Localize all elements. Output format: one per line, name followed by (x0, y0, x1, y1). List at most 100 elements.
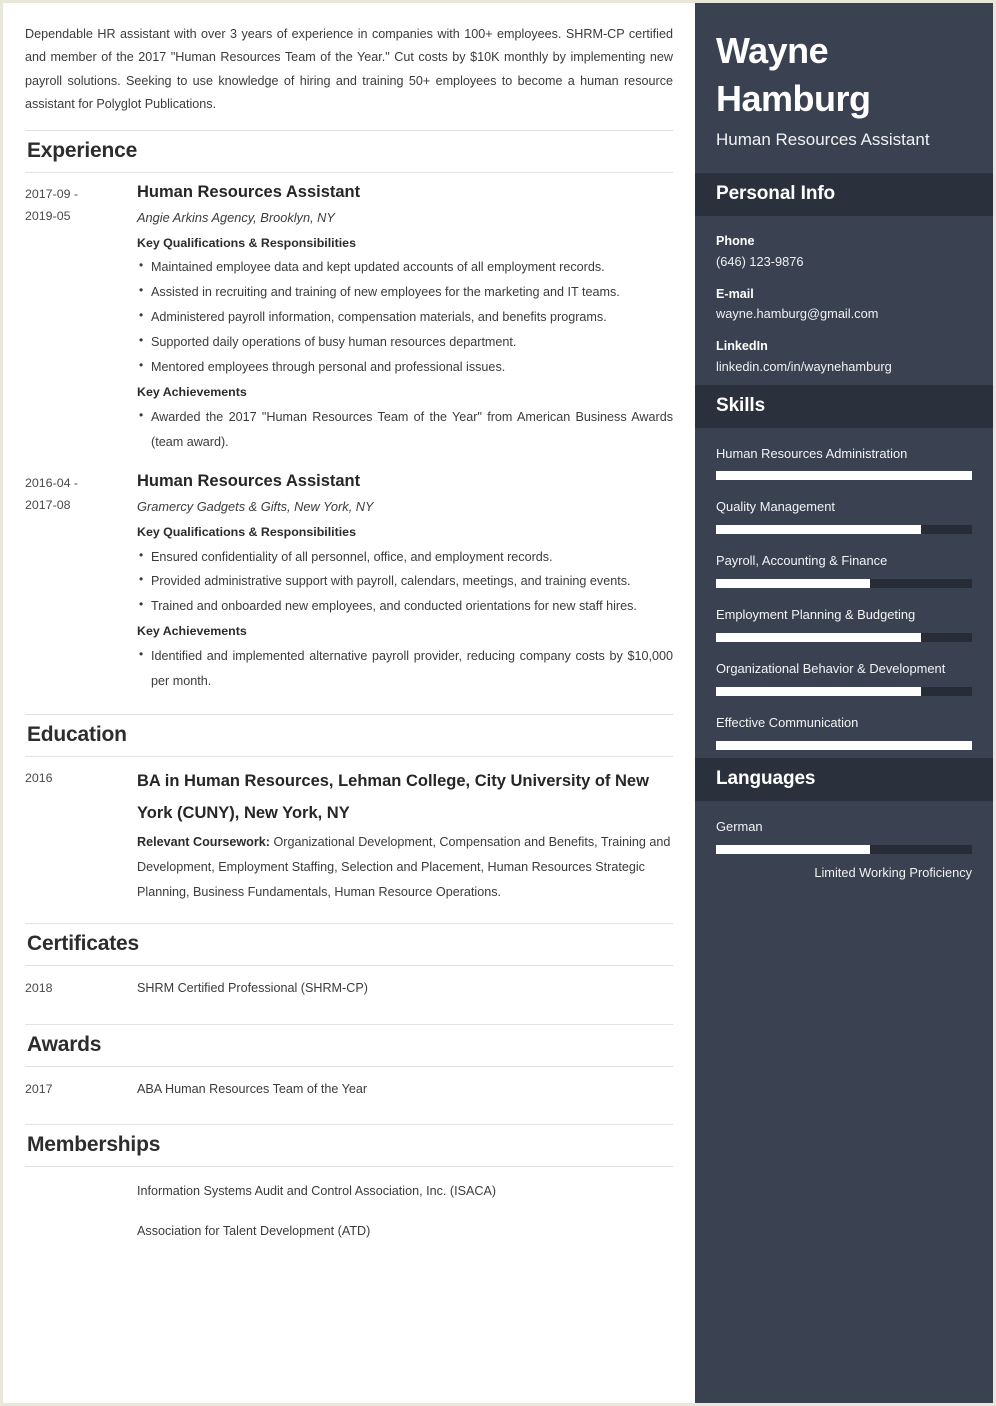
entry-body: BA in Human Resources, Lehman College, C… (137, 765, 673, 905)
section-experience: Experience 2017-09 -2019-05 Human Resourc… (25, 130, 673, 702)
certificate-entry: 2018 SHRM Certified Professional (SHRM-CP… (25, 966, 673, 1012)
experience-entry: 2017-09 -2019-05 Human Resources Assistan… (25, 173, 673, 462)
section-title-certificates: Certificates (27, 931, 139, 955)
section-education: Education 2016 BA in Human Resources, Leh… (25, 713, 673, 911)
entry-date: 2018 (25, 980, 53, 995)
entry-body: Human Resources Assistant Angie Arkins Ag… (137, 181, 673, 456)
skill-name: Payroll, Accounting & Finance (716, 553, 888, 569)
section-certificates: Certificates 2018 SHRM Certified Professi… (25, 922, 673, 1012)
company-name: Gramercy Gadgets & Gifts, New York, NY (137, 499, 374, 515)
skill-item: Organizational Behavior & Development (716, 659, 972, 697)
skill-bar-track (716, 633, 972, 643)
skill-item: Employment Planning & Budgeting (716, 605, 972, 643)
membership-item: Association for Talent Development (ATD) (137, 1223, 371, 1238)
entry-date: 2017-09 -2019-05 (25, 187, 79, 223)
contact-value: linkedin.com/in/waynehamburg (716, 358, 892, 374)
skill-item: Human Resources Administration (716, 444, 972, 481)
job-title: Human Resources Assistant (137, 472, 361, 491)
skill-bar-track (716, 471, 972, 481)
language-proficiency: Limited Working Proficiency (814, 864, 972, 880)
bullet-item: Trained and onboarded new employees, and… (137, 593, 673, 619)
candidate-name: Wayne Hamburg (716, 30, 871, 119)
education-list: 2016 BA in Human Resources, Lehman Colleg… (25, 757, 673, 911)
contact-value: (646) 123-9876 (716, 254, 804, 269)
skill-bar-fill (716, 525, 921, 535)
skills-title: Skills (716, 394, 766, 416)
membership-item: Information Systems Audit and Control As… (137, 1184, 497, 1199)
skill-bar-fill (716, 633, 921, 643)
section-memberships: Memberships Information Systems Audit an… (25, 1124, 673, 1250)
resume-page: Dependable HR assistant with over 3 year… (0, 0, 996, 1406)
skill-bar-fill (716, 579, 870, 589)
experience-entry: 2016-04 -2017-08 Human Resources Assistan… (25, 462, 673, 701)
bullet-item: Supported daily operations of busy human… (137, 329, 673, 355)
bullet-list: Identified and implemented alternative p… (137, 643, 673, 694)
qualifications-heading: Key Qualifications & Responsibilities (137, 235, 356, 250)
skill-bar-fill (716, 740, 972, 750)
bullet-item: Assisted in recruiting and training of n… (137, 279, 673, 305)
summary-paragraph: Dependable HR assistant with over 3 year… (25, 27, 673, 111)
bullet-item: Ensured confidentiality of all personnel… (137, 544, 673, 570)
section-title-experience: Experience (27, 139, 138, 163)
job-title: Human Resources Assistant (137, 183, 361, 202)
skill-name: Quality Management (716, 499, 835, 515)
section-title-awards: Awards (27, 1032, 102, 1056)
entry-date: 2017 (25, 1081, 53, 1096)
languages-title: Languages (716, 767, 816, 789)
skill-bar-track (716, 579, 972, 589)
main-column: Dependable HR assistant with over 3 year… (3, 3, 695, 1403)
awards-list: 2017 ABA Human Resources Team of the Year (25, 1067, 673, 1113)
coursework-label: Relevant Coursework: (137, 835, 270, 850)
achievements-heading: Key Achievements (137, 624, 247, 639)
skill-item: Quality Management (716, 497, 972, 535)
language-bar-track (716, 844, 972, 854)
memberships-list: Information Systems Audit and Control As… (25, 1167, 673, 1250)
experience-list: 2017-09 -2019-05 Human Resources Assistan… (25, 173, 673, 702)
company-name: Angie Arkins Agency, Brooklyn, NY (137, 210, 335, 226)
contact-label: LinkedIn (716, 339, 768, 354)
award-entry: 2017 ABA Human Resources Team of the Year (25, 1067, 673, 1113)
entry-date: 2016-04 -2017-08 (25, 476, 79, 513)
bullet-list: Awarded the 2017 "Human Resources Team o… (137, 404, 673, 455)
personal-info-band: Personal Info (695, 173, 993, 217)
bullet-item: Maintained employee data and kept update… (137, 254, 673, 280)
personal-info-title: Personal Info (716, 183, 836, 205)
languages-list: German Limited Working Proficiency (716, 817, 972, 882)
contact-label: Phone (716, 234, 755, 249)
skill-bar-track (716, 525, 972, 535)
language-item: German Limited Working Proficiency (716, 817, 972, 882)
entry-body: Human Resources Assistant Gramercy Gadget… (137, 470, 673, 695)
section-title-education: Education (27, 722, 127, 746)
skills-list: Human Resources Administration Quality Ma… (716, 444, 972, 750)
achievements-heading: Key Achievements (137, 384, 247, 399)
bullet-item: Provided administrative support with pay… (137, 568, 673, 594)
skill-name: Organizational Behavior & Development (716, 661, 946, 677)
contact-label: E-mail (716, 286, 754, 301)
skills-band: Skills (695, 384, 993, 428)
skill-name: Human Resources Administration (716, 445, 908, 461)
education-title: BA in Human Resources, Lehman College, C… (137, 771, 649, 823)
qualifications-heading: Key Qualifications & Responsibilities (137, 524, 356, 539)
bullet-item: Mentored employees through personal and … (137, 354, 673, 380)
entry-date: 2016 (25, 770, 53, 785)
education-entry: 2016 BA in Human Resources, Lehman Colleg… (25, 757, 673, 911)
bullet-item: Administered payroll information, compen… (137, 304, 673, 330)
languages-band: Languages (695, 757, 993, 801)
sidebar-header: Wayne Hamburg Human Resources Assistant (695, 3, 993, 173)
entry-text: ABA Human Resources Team of the Year (137, 1081, 368, 1096)
sidebar: Wayne Hamburg Human Resources Assistant … (695, 3, 993, 1403)
skill-bar-fill (716, 471, 972, 481)
section-title-memberships: Memberships (27, 1133, 161, 1157)
bullet-item: Awarded the 2017 "Human Resources Team o… (137, 404, 673, 455)
entry-text: SHRM Certified Professional (SHRM-CP) (137, 980, 368, 995)
skill-item: Effective Communication (716, 713, 972, 750)
skill-item: Payroll, Accounting & Finance (716, 551, 972, 589)
contact-value: wayne.hamburg@gmail.com (716, 306, 879, 322)
language-name: German (716, 818, 763, 834)
skill-bar-track (716, 687, 972, 697)
contacts-list: Phone (646) 123-9876 E-mail wayne.hamburg@g… (716, 232, 972, 376)
candidate-role: Human Resources Assistant (716, 130, 930, 150)
languages-body: German Limited Working Proficiency (695, 801, 993, 890)
skill-name: Effective Communication (716, 715, 859, 731)
skill-bar-track (716, 740, 972, 750)
